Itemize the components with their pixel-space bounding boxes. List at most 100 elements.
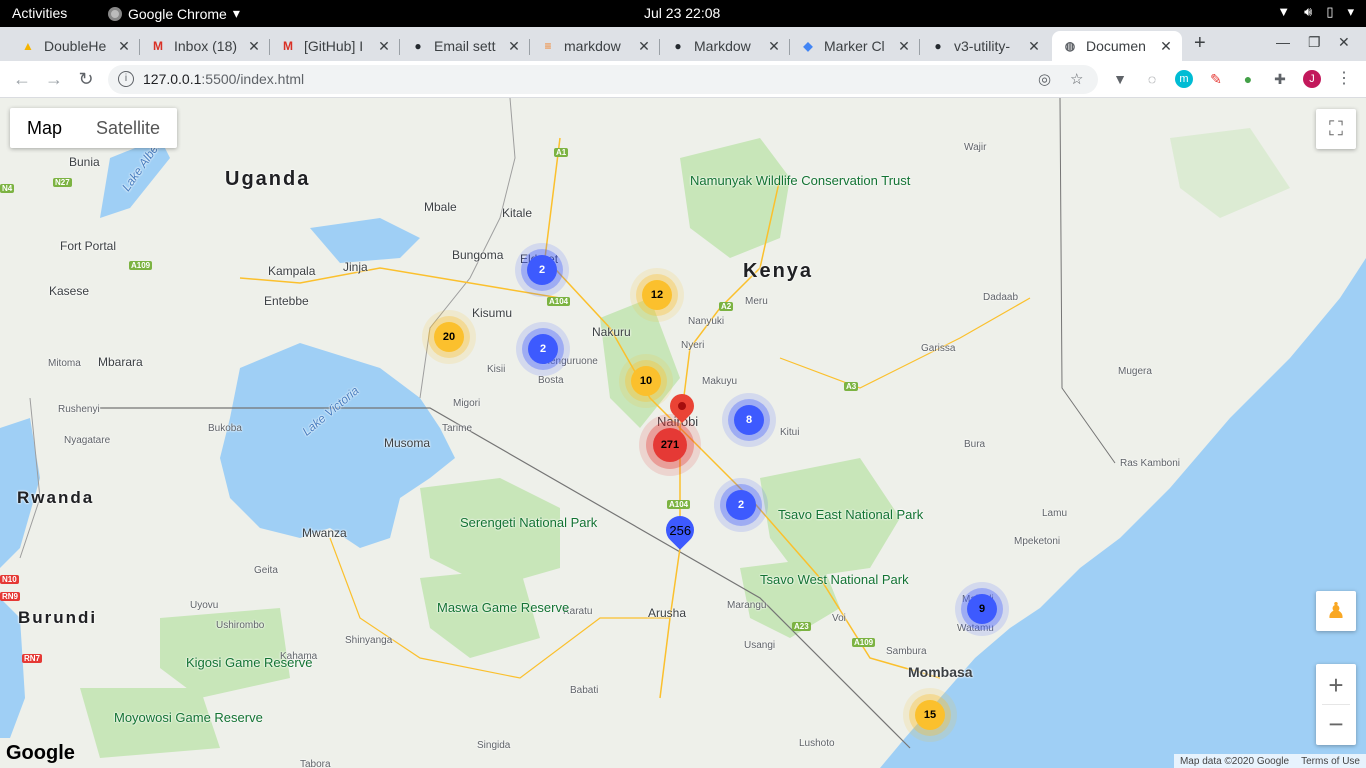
city-label: Makuyu <box>702 376 738 387</box>
terms-link[interactable]: Terms of Use <box>1301 756 1360 767</box>
city-label: Mombasa <box>908 664 973 680</box>
new-tab-button[interactable]: + <box>1194 32 1206 55</box>
wifi-icon: ▼ <box>1277 4 1291 19</box>
fullscreen-button[interactable]: ⛶ <box>1316 109 1356 149</box>
city-label: Usangi <box>744 640 776 651</box>
city-label: Tarime <box>442 423 473 434</box>
clock[interactable]: Jul 23 22:08 <box>644 5 720 21</box>
city-label: Mugera <box>1118 366 1152 377</box>
map-canvas[interactable]: Uganda Kenya Rwanda Burundi Kampala Mbal… <box>0 98 1366 768</box>
tab-title: [GitHub] I <box>304 38 364 54</box>
city-label: Nyagatare <box>64 435 111 446</box>
google-logo[interactable]: Google <box>6 742 75 765</box>
app-menu[interactable]: Google Chrome ▾ <box>108 5 240 22</box>
close-icon[interactable]: ✕ <box>116 38 132 55</box>
marker-cluster[interactable]: 2 <box>528 334 558 364</box>
tab-title: Marker Cl <box>824 38 885 54</box>
road-shield: A104 <box>667 500 691 509</box>
info-icon[interactable]: i <box>118 71 134 87</box>
city-label: Garissa <box>921 343 956 354</box>
city-label: Bura <box>964 439 986 450</box>
close-icon[interactable]: ✕ <box>246 38 262 55</box>
city-label: Nanyuki <box>688 316 725 327</box>
close-icon[interactable]: ✕ <box>766 38 782 55</box>
tab-doublehead[interactable]: ▲ DoubleHe ✕ <box>10 31 140 61</box>
road-shield: A109 <box>852 638 876 647</box>
tab-github-mail[interactable]: M [GitHub] I ✕ <box>270 31 400 61</box>
back-button[interactable]: ← <box>10 67 34 91</box>
stackoverflow-icon: ≡ <box>544 39 552 53</box>
marker-cluster[interactable]: 8 <box>734 405 764 435</box>
city-label: Shinyanga <box>345 635 393 646</box>
more-menu-icon[interactable]: ⋮ <box>1335 70 1353 88</box>
tab-markdown-so[interactable]: ≡ markdow ✕ <box>530 31 660 61</box>
tab-title: DoubleHe <box>44 38 107 54</box>
close-icon[interactable]: ✕ <box>506 38 522 55</box>
map-type-satellite-button[interactable]: Satellite <box>79 108 177 148</box>
url-path: :5500/index.html <box>201 71 305 87</box>
road-shield: RN9 <box>0 592 21 601</box>
reload-button[interactable]: ↻ <box>74 67 98 91</box>
road-shield: N4 <box>0 184 15 193</box>
gmail-icon: M <box>153 39 163 53</box>
map-pin-extension-icon[interactable]: ● <box>1239 70 1257 88</box>
vue-devtools-icon[interactable]: ▼ <box>1111 70 1129 88</box>
close-icon[interactable]: ✕ <box>636 38 652 55</box>
chevron-down-icon: ▾ <box>232 5 240 21</box>
extension-icon[interactable]: ◌ <box>1143 70 1161 88</box>
star-icon[interactable]: ☆ <box>1070 70 1083 88</box>
maximize-button[interactable]: ❐ <box>1308 34 1321 51</box>
close-icon[interactable]: ✕ <box>376 38 392 55</box>
marker-cluster[interactable]: 271 <box>653 428 687 462</box>
marker-cluster[interactable]: 10 <box>631 366 661 396</box>
city-label: Voi <box>832 613 846 624</box>
city-label: Bungoma <box>452 248 504 262</box>
marker-cluster[interactable]: 20 <box>434 322 464 352</box>
tab-document-active[interactable]: ◍ Documen ✕ <box>1052 31 1182 61</box>
city-label: Ushirombo <box>216 620 265 631</box>
marker-cluster[interactable]: 9 <box>967 594 997 624</box>
tab-inbox[interactable]: M Inbox (18) ✕ <box>140 31 270 61</box>
marker-cluster[interactable]: 2 <box>726 490 756 520</box>
marker-cluster[interactable]: 12 <box>642 280 672 310</box>
address-bar[interactable]: i 127.0.0.1:5500/index.html ◎ ☆ <box>108 65 1098 94</box>
url-host: 127.0.0.1 <box>143 71 202 87</box>
google-dev-icon: ◆ <box>803 39 813 53</box>
park-label: Tsavo West National Park <box>760 572 909 587</box>
tab-email-settings[interactable]: ● Email sett ✕ <box>400 31 530 61</box>
marker-cluster[interactable]: 15 <box>915 700 945 730</box>
tab-title: v3-utility- <box>954 38 1011 54</box>
park-label: Namunyak Wildlife Conservation Trust <box>690 173 911 188</box>
city-label: Kitui <box>780 427 800 438</box>
city-label: Rushenyi <box>58 404 100 415</box>
m-extension-icon[interactable]: m <box>1175 70 1193 88</box>
tab-markdown-gh[interactable]: ● Markdow ✕ <box>660 31 790 61</box>
city-label: Arusha <box>648 606 687 620</box>
tab-v3-utility[interactable]: ● v3-utility- ✕ <box>920 31 1050 61</box>
puzzle-icon[interactable]: ✚ <box>1271 70 1289 88</box>
close-icon[interactable]: ✕ <box>1026 38 1042 55</box>
city-label: Kisumu <box>472 306 513 320</box>
url-text[interactable]: 127.0.0.1:5500/index.html <box>143 71 304 87</box>
avatar[interactable]: J <box>1303 70 1321 88</box>
location-icon[interactable]: ◎ <box>1038 70 1051 88</box>
marker-cluster[interactable]: 2 <box>527 255 557 285</box>
pen-extension-icon[interactable]: ✎ <box>1207 70 1225 88</box>
zoom-in-button[interactable]: + <box>1328 666 1343 704</box>
zoom-out-button[interactable]: − <box>1328 705 1343 743</box>
road-shield: A3 <box>844 382 859 391</box>
activities-button[interactable]: Activities <box>12 5 67 21</box>
close-icon[interactable]: ✕ <box>896 38 912 55</box>
road-shield: A1 <box>554 148 569 157</box>
map-type-map-button[interactable]: Map <box>10 108 79 148</box>
street-view-pegman[interactable]: ♟ <box>1316 591 1356 631</box>
park-label: Moyowosi Game Reserve <box>114 710 263 725</box>
tab-marker-clusterer[interactable]: ◆ Marker Cl ✕ <box>790 31 920 61</box>
forward-button[interactable]: → <box>42 67 66 91</box>
system-tray[interactable]: ▼ 🔊︎ ▯ ▾ <box>1277 4 1354 20</box>
minimize-button[interactable]: — <box>1276 34 1290 50</box>
close-icon[interactable]: ✕ <box>1158 38 1174 55</box>
close-window-button[interactable]: ✕ <box>1338 34 1350 51</box>
globe-icon: ◍ <box>1064 39 1076 53</box>
app-menu-label: Google Chrome <box>128 5 227 22</box>
